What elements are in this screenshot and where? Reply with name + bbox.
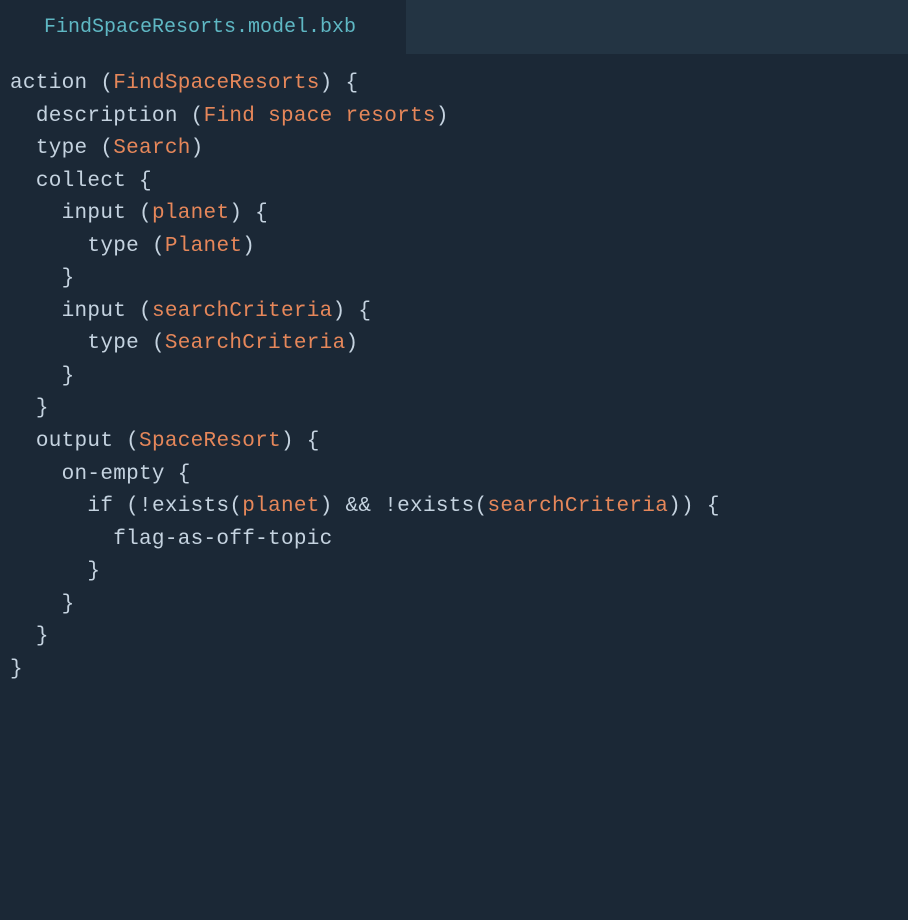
tab-filename: FindSpaceResorts.model.bxb: [44, 12, 356, 43]
code-line: }: [10, 654, 898, 687]
keyword-on-empty: on-empty: [62, 463, 165, 486]
ref-search-criteria: searchCriteria: [487, 495, 668, 518]
tab-bar: FindSpaceResorts.model.bxb: [0, 0, 908, 54]
keyword-type: type: [87, 235, 139, 258]
code-line: }: [10, 263, 898, 296]
code-line: type (Planet): [10, 231, 898, 264]
code-line: type (SearchCriteria): [10, 328, 898, 361]
code-line: flag-as-off-topic: [10, 524, 898, 557]
code-line: type (Search): [10, 133, 898, 166]
code-line: }: [10, 556, 898, 589]
keyword-type: type: [87, 332, 139, 355]
keyword-type: type: [36, 137, 88, 160]
code-line: input (searchCriteria) {: [10, 296, 898, 329]
input-planet: planet: [152, 202, 229, 225]
keyword-output: output: [36, 430, 113, 453]
type-search-criteria: SearchCriteria: [165, 332, 346, 355]
output-space-resort: SpaceResort: [139, 430, 281, 453]
code-line: on-empty {: [10, 459, 898, 492]
code-line: description (Find space resorts): [10, 101, 898, 134]
keyword-if: if: [87, 495, 113, 518]
keyword-collect: collect: [36, 170, 126, 193]
code-line: collect {: [10, 166, 898, 199]
ref-planet: planet: [242, 495, 319, 518]
type-planet: Planet: [165, 235, 242, 258]
input-search-criteria: searchCriteria: [152, 300, 333, 323]
description-text: Find space resorts: [204, 105, 436, 128]
code-line: if (!exists(planet) && !exists(searchCri…: [10, 491, 898, 524]
code-line: output (SpaceResort) {: [10, 426, 898, 459]
keyword-exists: exists: [152, 495, 229, 518]
tab-active[interactable]: FindSpaceResorts.model.bxb: [0, 0, 406, 54]
code-line: }: [10, 361, 898, 394]
code-line: }: [10, 621, 898, 654]
keyword-description: description: [36, 105, 178, 128]
keyword-input: input: [62, 202, 127, 225]
code-editor[interactable]: action (FindSpaceResorts) { description …: [0, 54, 908, 696]
keyword-input: input: [62, 300, 127, 323]
action-name: FindSpaceResorts: [113, 72, 319, 95]
type-search: Search: [113, 137, 190, 160]
operator-not: !: [384, 495, 397, 518]
keyword-flag-off-topic: flag-as-off-topic: [113, 528, 332, 551]
code-line: input (planet) {: [10, 198, 898, 231]
keyword-action: action: [10, 72, 87, 95]
operator-not: !: [139, 495, 152, 518]
operator-and: &&: [346, 495, 372, 518]
code-line: }: [10, 589, 898, 622]
code-line: action (FindSpaceResorts) {: [10, 68, 898, 101]
tab-bar-empty: [406, 0, 908, 54]
code-line: }: [10, 393, 898, 426]
keyword-exists: exists: [397, 495, 474, 518]
